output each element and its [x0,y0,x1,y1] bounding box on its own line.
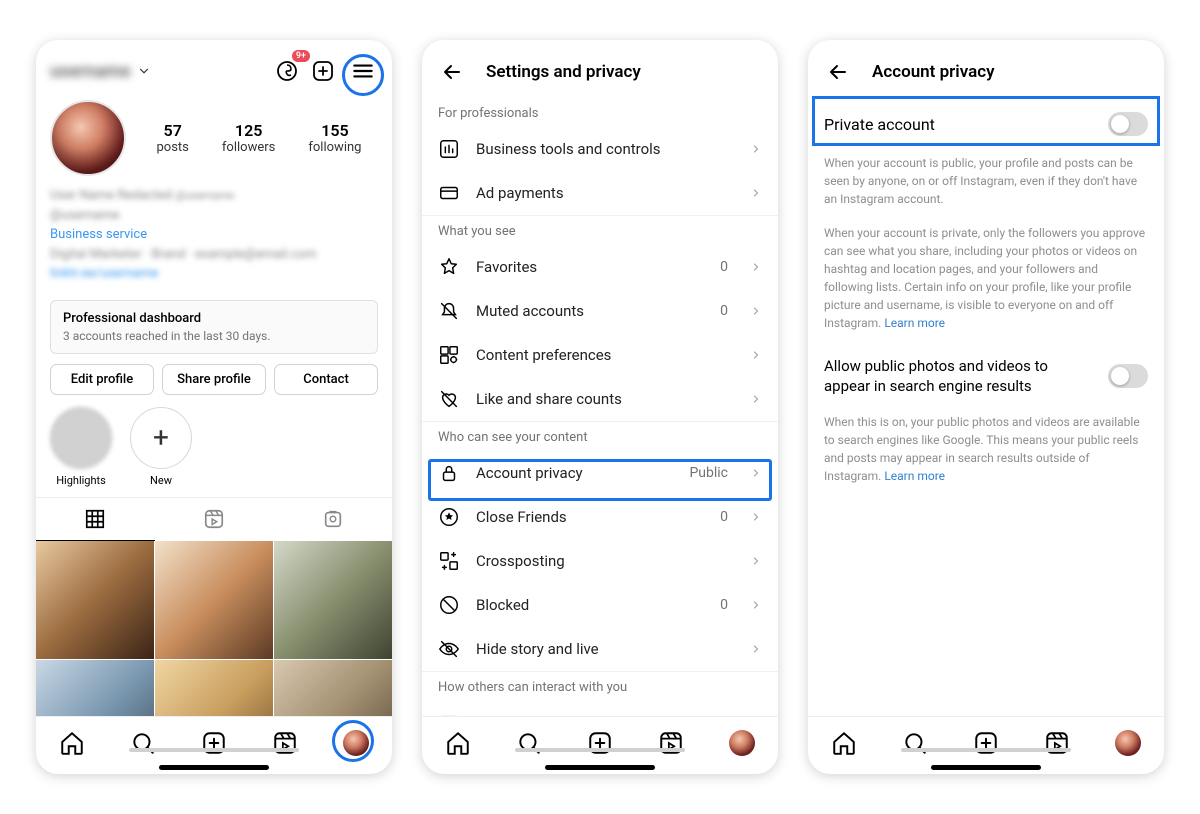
section-who-can-see: Who can see your content [422,421,778,451]
back-button[interactable] [440,60,464,84]
bio-link[interactable]: linktr.ee/username [50,264,158,284]
create-post-button[interactable] [308,56,338,86]
nav-profile[interactable] [1115,730,1141,756]
learn-more-link[interactable]: Learn more [884,316,945,330]
post-thumbnail[interactable] [155,660,273,717]
section-how-interact: How others can interact with you [422,671,778,701]
nav-profile[interactable] [343,730,369,756]
row-close-friends[interactable]: Close Friends 0 [422,495,778,539]
new-highlight-button[interactable]: + New [130,407,192,487]
star-icon [438,256,460,278]
posts-stat[interactable]: 57 posts [157,121,189,155]
post-thumbnail[interactable] [155,541,273,659]
nav-profile[interactable] [729,730,755,756]
row-business-tools[interactable]: Business tools and controls [422,127,778,171]
allow-search-note: When this is on, your public photos and … [808,409,1164,497]
username-label: username [50,61,131,82]
row-crossposting[interactable]: Crossposting [422,539,778,583]
post-thumbnail[interactable] [274,660,392,717]
privacy-private-note: When your account is private, only the f… [808,220,1164,344]
reels-tab[interactable] [155,498,274,541]
row-hide-story[interactable]: Hide story and live [422,627,778,671]
allow-search-toggle[interactable] [1108,364,1148,388]
nav-home[interactable] [59,730,85,756]
post-thumbnail[interactable] [36,541,154,659]
settings-screen: Settings and privacy For professionals B… [422,40,778,774]
post-thumbnail[interactable] [274,541,392,659]
heart-off-icon [438,388,460,410]
nav-home[interactable] [831,730,857,756]
arrow-left-icon [826,60,850,84]
profile-screen: username 57 posts 125 [36,40,392,774]
bio-text: Digital Marketer · Brand · example@email… [50,245,317,265]
nav-home[interactable] [445,730,471,756]
privacy-title: Account privacy [872,62,995,82]
private-account-toggle[interactable] [1108,112,1148,136]
bottom-navbar [422,716,778,774]
arrow-left-icon [440,60,464,84]
lock-icon [438,462,460,484]
private-account-row: Private account [808,98,1164,150]
sliders-icon [438,344,460,366]
professional-dashboard-card[interactable]: Professional dashboard 3 accounts reache… [50,300,378,354]
star-circle-icon [438,506,460,528]
bottom-navbar [36,716,392,774]
bottom-navbar [808,716,1164,774]
chart-icon [438,138,460,160]
grid-tab[interactable] [36,498,155,541]
account-privacy-screen: Account privacy Private account When you… [808,40,1164,774]
row-favorites[interactable]: Favorites 0 [422,245,778,289]
bio-name: User Name Redacted [50,186,172,206]
threads-icon[interactable] [272,56,302,86]
row-blocked[interactable]: Blocked 0 [422,583,778,627]
row-like-counts[interactable]: Like and share counts [422,377,778,421]
post-thumbnail[interactable] [36,660,154,717]
row-account-privacy[interactable]: Account privacy Public [422,451,778,495]
share-profile-button[interactable]: Share profile [162,364,266,395]
edit-profile-button[interactable]: Edit profile [50,364,154,395]
hamburger-menu-button[interactable] [348,56,378,86]
tagged-tab[interactable] [273,498,392,541]
crosspost-icon [438,550,460,572]
chevron-down-icon [137,64,151,78]
learn-more-link[interactable]: Learn more [884,469,945,483]
followers-stat[interactable]: 125 followers [222,121,275,155]
row-messages[interactable]: Messages and story replies [422,701,778,716]
privacy-public-note: When your account is public, your profil… [808,150,1164,220]
row-content-prefs[interactable]: Content preferences [422,333,778,377]
bio-handle: @username [50,206,119,226]
posts-grid [36,541,392,717]
tagged-icon [322,508,344,530]
row-ad-payments[interactable]: Ad payments [422,171,778,215]
category-link[interactable]: Business service [50,225,378,245]
profile-avatar[interactable] [50,100,126,176]
row-muted[interactable]: Muted accounts 0 [422,289,778,333]
section-what-you-see: What you see [422,215,778,245]
card-icon [438,182,460,204]
blocked-icon [438,594,460,616]
bell-off-icon [438,300,460,322]
allow-search-label: Allow public photos and videos to appear… [824,356,1096,397]
private-account-label: Private account [824,115,935,134]
highlight-bubble[interactable]: Highlights [50,407,112,487]
grid-icon [84,508,106,530]
username-dropdown[interactable]: username [50,61,151,82]
eye-off-icon [438,638,460,660]
section-professionals: For professionals [422,98,778,127]
following-stat[interactable]: 155 following [308,121,361,155]
back-button[interactable] [826,60,850,84]
contact-button[interactable]: Contact [274,364,378,395]
reels-icon [203,508,225,530]
settings-title: Settings and privacy [486,62,641,82]
